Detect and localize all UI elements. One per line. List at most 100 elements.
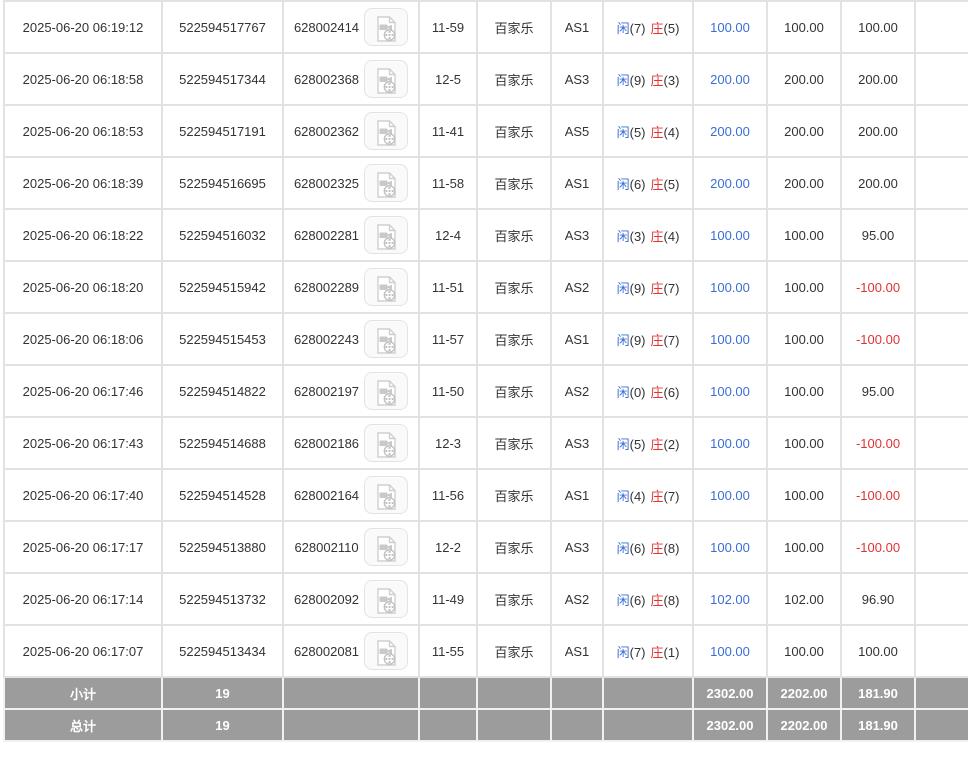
cell-bet-amount: 200.00 — [693, 157, 767, 209]
game-no: 628002243 — [294, 332, 359, 347]
banker-label: 庄 — [651, 177, 664, 192]
cell-table-name: AS2 — [551, 261, 603, 313]
round-number: 11-55 — [432, 644, 464, 659]
banker-points: (3) — [664, 73, 680, 88]
cell-round: 11-56 — [419, 469, 477, 521]
summary-valid-total: 2202.00 — [781, 686, 828, 701]
bet-time: 2025-06-20 06:18:06 — [23, 332, 144, 347]
bet-amount-link[interactable]: 200.00 — [710, 176, 750, 191]
cell-game-name: 百家乐 — [477, 261, 551, 313]
cell-bet-id: 522594515942 — [162, 261, 283, 313]
game-name: 百家乐 — [494, 125, 533, 140]
cell-game-no: 628002362 — [283, 105, 419, 157]
cell-bet-time: 2025-06-20 06:17:40 — [4, 469, 162, 521]
cell-bet-time: 2025-06-20 06:17:14 — [4, 573, 162, 625]
cell-summary-empty — [477, 677, 551, 709]
player-label: 闲 — [617, 281, 630, 296]
video-replay-button[interactable] — [364, 632, 408, 670]
video-replay-button[interactable] — [364, 268, 408, 306]
cell-valid-amount: 100.00 — [767, 469, 841, 521]
bet-amount-link[interactable]: 100.00 — [710, 228, 750, 243]
cell-round: 11-55 — [419, 625, 477, 677]
bet-amount-link[interactable]: 100.00 — [710, 20, 750, 35]
player-label: 闲 — [617, 177, 630, 192]
cell-result: 闲(6)庄(5) — [603, 157, 693, 209]
valid-amount: 100.00 — [784, 644, 824, 659]
banker-label: 庄 — [651, 645, 664, 660]
cell-extra — [915, 209, 968, 261]
video-replay-button[interactable] — [364, 476, 408, 514]
summary-label: 小计 — [70, 687, 96, 702]
table-row: 2025-06-20 06:17:40 522594514528 6280021… — [4, 469, 968, 521]
table-name: AS2 — [565, 280, 590, 295]
game-name: 百家乐 — [494, 437, 533, 452]
table-name: AS1 — [565, 332, 590, 347]
cell-summary-empty — [551, 677, 603, 709]
video-replay-button[interactable] — [364, 424, 408, 462]
bet-amount-link[interactable]: 200.00 — [710, 124, 750, 139]
cell-game-no: 628002081 — [283, 625, 419, 677]
bet-amount-link[interactable]: 100.00 — [710, 488, 750, 503]
video-replay-button[interactable] — [364, 320, 408, 358]
cell-summary-count: 19 — [162, 677, 283, 709]
bet-amount-link[interactable]: 102.00 — [710, 592, 750, 607]
bet-amount-link[interactable]: 100.00 — [710, 384, 750, 399]
bet-amount-link[interactable]: 200.00 — [710, 72, 750, 87]
game-no: 628002110 — [294, 540, 358, 555]
cell-extra — [915, 417, 968, 469]
cell-win-loss: 200.00 — [841, 157, 915, 209]
video-film-icon — [371, 482, 401, 512]
game-name: 百家乐 — [494, 73, 533, 88]
banker-points: (7) — [664, 281, 680, 296]
video-replay-button[interactable] — [364, 216, 408, 254]
cell-extra — [915, 677, 968, 709]
round-number: 11-41 — [432, 124, 464, 139]
cell-win-loss: 200.00 — [841, 105, 915, 157]
cell-valid-amount: 100.00 — [767, 1, 841, 53]
cell-bet-id: 522594515453 — [162, 313, 283, 365]
player-result: 闲(7) — [617, 18, 646, 37]
video-replay-button[interactable] — [364, 112, 408, 150]
banker-result: 庄(1) — [651, 642, 680, 661]
summary-winloss-total: 181.90 — [858, 718, 898, 733]
video-replay-button[interactable] — [364, 164, 408, 202]
game-no: 628002197 — [294, 384, 359, 399]
cell-bet-time: 2025-06-20 06:18:53 — [4, 105, 162, 157]
player-result: 闲(5) — [617, 122, 646, 141]
table-row: 2025-06-20 06:18:06 522594515453 6280022… — [4, 313, 968, 365]
game-no: 628002289 — [294, 280, 359, 295]
banker-result: 庄(8) — [651, 590, 680, 609]
cell-game-name: 百家乐 — [477, 469, 551, 521]
banker-points: (1) — [664, 645, 680, 660]
bet-amount-link[interactable]: 100.00 — [710, 332, 750, 347]
bet-amount-link[interactable]: 100.00 — [710, 280, 750, 295]
bet-id: 522594514528 — [179, 488, 266, 503]
cell-result: 闲(0)庄(6) — [603, 365, 693, 417]
video-replay-button[interactable] — [364, 372, 408, 410]
banker-result: 庄(3) — [651, 70, 680, 89]
cell-bet-id: 522594517767 — [162, 1, 283, 53]
player-points: (9) — [630, 73, 646, 88]
bet-amount-link[interactable]: 100.00 — [710, 644, 750, 659]
cell-game-name: 百家乐 — [477, 157, 551, 209]
video-replay-button[interactable] — [364, 8, 408, 46]
player-points: (6) — [630, 541, 646, 556]
bet-amount-link[interactable]: 100.00 — [710, 540, 750, 555]
bet-amount-link[interactable]: 100.00 — [710, 436, 750, 451]
player-result: 闲(6) — [617, 590, 646, 609]
summary-row: 小计 19 2302.00 2202.00 181.90 — [4, 677, 968, 709]
player-label: 闲 — [617, 73, 630, 88]
banker-points: (4) — [664, 229, 680, 244]
banker-points: (4) — [664, 125, 680, 140]
video-replay-button[interactable] — [364, 580, 408, 618]
game-name: 百家乐 — [494, 593, 533, 608]
video-replay-button[interactable] — [364, 60, 408, 98]
cell-table-name: AS1 — [551, 469, 603, 521]
video-replay-button[interactable] — [364, 528, 408, 566]
cell-bet-id: 522594513880 — [162, 521, 283, 573]
cell-game-name: 百家乐 — [477, 105, 551, 157]
cell-valid-amount: 102.00 — [767, 573, 841, 625]
bet-id: 522594517767 — [179, 20, 266, 35]
cell-result: 闲(9) 庄(3) — [603, 53, 693, 105]
win-loss-amount: 96.90 — [862, 592, 895, 607]
